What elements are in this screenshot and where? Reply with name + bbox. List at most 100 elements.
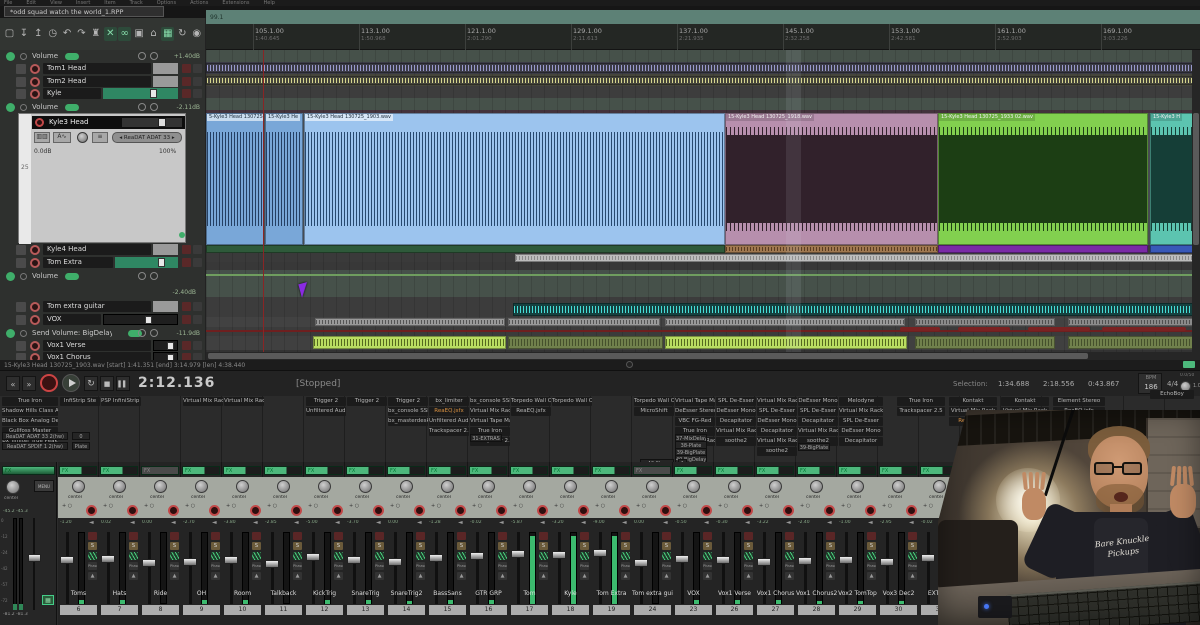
io-button[interactable]: ▲ bbox=[580, 572, 589, 580]
media-item[interactable] bbox=[206, 63, 1200, 73]
route-button[interactable]: ≡ bbox=[92, 132, 108, 143]
phase-button[interactable]: Phase bbox=[621, 562, 630, 570]
mute-button[interactable] bbox=[785, 532, 794, 540]
phase-button[interactable]: Phase bbox=[170, 562, 179, 570]
routing-icon[interactable] bbox=[539, 552, 548, 560]
channel-fx-slot[interactable]: FX bbox=[387, 466, 425, 475]
envelope-knob2-icon[interactable] bbox=[150, 52, 158, 60]
envelope-knob-icon[interactable] bbox=[138, 103, 146, 111]
pan-knob[interactable] bbox=[564, 480, 577, 493]
io-button[interactable]: ▲ bbox=[170, 572, 179, 580]
undo-history-icon[interactable]: ◷ bbox=[46, 27, 59, 41]
envelope-bypass-icon[interactable] bbox=[20, 330, 27, 337]
envelope-value-pill[interactable] bbox=[65, 104, 80, 111]
record-arm-button[interactable] bbox=[30, 89, 40, 99]
fader-handle[interactable] bbox=[224, 556, 238, 564]
envelope-knob2-icon[interactable] bbox=[150, 103, 158, 111]
record-arm-button[interactable] bbox=[30, 258, 40, 268]
fx-slot[interactable]: SPL De-Esser bbox=[798, 407, 838, 416]
mute-button[interactable] bbox=[182, 89, 191, 98]
media-item[interactable] bbox=[315, 318, 505, 326]
fader-handle[interactable] bbox=[183, 558, 197, 566]
media-item[interactable] bbox=[508, 318, 660, 326]
mute-button[interactable] bbox=[182, 245, 191, 254]
width-controls[interactable]: + ○ bbox=[308, 503, 318, 509]
fx-slot[interactable]: bx_masterdesk bbox=[388, 417, 428, 426]
phase-button[interactable]: Phase bbox=[867, 562, 876, 570]
fx-slot[interactable]: Decapitator bbox=[798, 417, 838, 426]
fader-handle[interactable] bbox=[142, 559, 156, 567]
pan-knob[interactable] bbox=[236, 480, 249, 493]
envelope-arm-icon[interactable] bbox=[6, 272, 15, 281]
fx-slot[interactable]: True Iron bbox=[2, 397, 58, 406]
mute-button[interactable] bbox=[457, 532, 466, 540]
io-button[interactable]: ▲ bbox=[867, 572, 876, 580]
fx-slot[interactable]: Decapitator bbox=[716, 417, 756, 426]
io-button[interactable]: ▲ bbox=[539, 572, 548, 580]
io-button[interactable]: ▲ bbox=[88, 572, 97, 580]
channel-fx-slot[interactable]: FX bbox=[141, 466, 179, 475]
envelope-value-pill[interactable] bbox=[65, 273, 80, 280]
fader-handle[interactable] bbox=[166, 342, 174, 350]
envelope-row[interactable]: Volume +1.40dB bbox=[0, 50, 205, 62]
pan-knob[interactable] bbox=[810, 480, 823, 493]
media-explorer-icon[interactable]: ⌂ bbox=[147, 27, 160, 41]
channel-fx-slot[interactable]: FX bbox=[674, 466, 712, 475]
phase-button[interactable]: Phase bbox=[785, 562, 794, 570]
phase-button[interactable]: Phase bbox=[744, 562, 753, 570]
fx-slot[interactable]: ReaEQ.jsfx bbox=[429, 407, 469, 416]
record-arm-button[interactable] bbox=[414, 505, 425, 516]
solo-button[interactable] bbox=[193, 77, 202, 86]
mute-button[interactable] bbox=[252, 532, 261, 540]
media-item[interactable] bbox=[938, 245, 1148, 253]
solo-button[interactable]: S bbox=[129, 542, 138, 550]
channel-fx-slot[interactable]: FX bbox=[715, 466, 753, 475]
media-item[interactable] bbox=[725, 245, 938, 253]
repeat-button[interactable]: ↻ bbox=[84, 376, 98, 391]
width-controls[interactable]: + ○ bbox=[513, 503, 523, 509]
mute-button[interactable] bbox=[867, 532, 876, 540]
record-arm-button[interactable] bbox=[291, 505, 302, 516]
media-item[interactable]: 15-Kyle3 Head 130725_1933 02.wav bbox=[938, 113, 1148, 245]
width-controls[interactable]: + ○ bbox=[226, 503, 236, 509]
send-slot[interactable]: 31-EXTRAS bbox=[470, 434, 502, 442]
io-button[interactable]: ▲ bbox=[457, 572, 466, 580]
record-arm-button[interactable] bbox=[455, 505, 466, 516]
fx-slot[interactable]: bx_console SSL 900 bbox=[470, 397, 510, 406]
fader-handle[interactable] bbox=[757, 558, 771, 566]
width-controls[interactable]: + ○ bbox=[390, 503, 400, 509]
channel-fx-slot[interactable]: FX bbox=[428, 466, 466, 475]
channel-fx-slot[interactable]: FX bbox=[305, 466, 343, 475]
io-button[interactable]: ▲ bbox=[662, 572, 671, 580]
track-row[interactable]: Tom1 Head bbox=[0, 63, 205, 75]
routing-icon[interactable] bbox=[662, 552, 671, 560]
envelope-value-pill[interactable] bbox=[65, 53, 80, 60]
solo-button[interactable]: S bbox=[252, 542, 261, 550]
pan-knob[interactable] bbox=[523, 480, 536, 493]
channel-fx-slot[interactable]: FX bbox=[797, 466, 835, 475]
fx-slot[interactable]: soothe2 bbox=[716, 437, 756, 446]
pan-knob[interactable] bbox=[933, 480, 946, 493]
fx-slot[interactable]: Virtual Mix Rack bbox=[470, 407, 510, 416]
routing-icon[interactable] bbox=[416, 552, 425, 560]
io-button[interactable]: ▲ bbox=[252, 572, 261, 580]
fx-slot[interactable]: Trackspacer 2.5 bbox=[897, 407, 945, 416]
io-button[interactable]: ▲ bbox=[375, 572, 384, 580]
fader-handle[interactable] bbox=[158, 118, 166, 127]
channel-fx-slot[interactable]: FX bbox=[59, 466, 97, 475]
mute-button[interactable] bbox=[498, 532, 507, 540]
media-item[interactable] bbox=[915, 336, 1055, 349]
fader-handle[interactable] bbox=[149, 89, 157, 98]
channel-fx-slot[interactable]: FX bbox=[469, 466, 507, 475]
mute-button[interactable] bbox=[182, 315, 191, 324]
routing-icon[interactable] bbox=[744, 552, 753, 560]
fx-slot[interactable]: SPL De-Esser bbox=[757, 407, 797, 416]
fx-slot[interactable]: Virtual Tape Machine bbox=[470, 417, 510, 426]
media-item[interactable] bbox=[313, 336, 506, 349]
fx-slot[interactable]: Kontakt bbox=[949, 397, 997, 406]
mute-button[interactable] bbox=[539, 532, 548, 540]
io-button[interactable]: ▲ bbox=[416, 572, 425, 580]
hardware-output-slot[interactable]: ReaDAT ADAT 33 2(hw) bbox=[2, 432, 68, 440]
phase-button[interactable]: Phase bbox=[826, 562, 835, 570]
routing-icon[interactable] bbox=[457, 552, 466, 560]
